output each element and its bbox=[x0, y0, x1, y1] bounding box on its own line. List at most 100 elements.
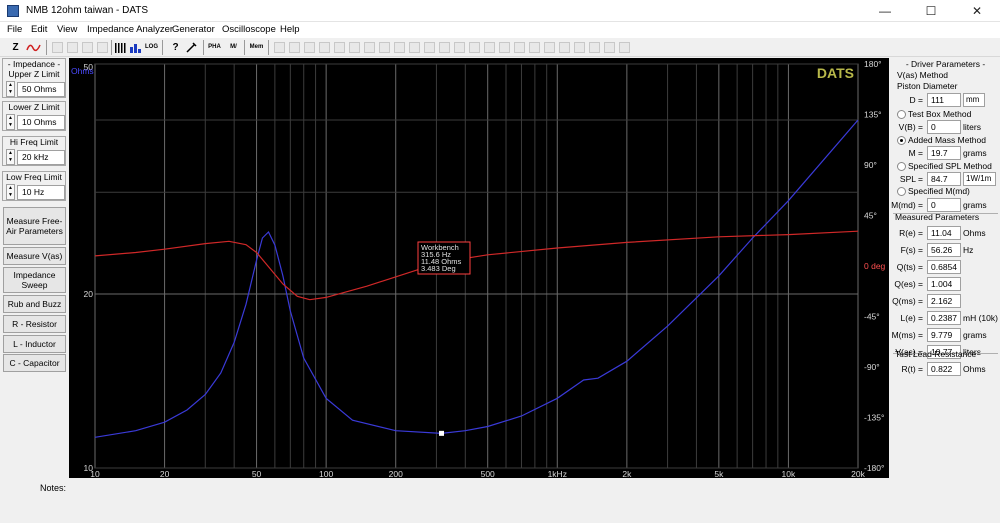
toolbar-disabled-button[interactable] bbox=[484, 42, 495, 53]
low-freq-value[interactable]: 10 Hz bbox=[17, 185, 65, 200]
low-freq-spinner[interactable]: ▲ ▼ bbox=[6, 184, 15, 200]
resistor-button[interactable]: R - Resistor bbox=[3, 315, 66, 333]
close-button[interactable]: ✕ bbox=[954, 0, 1000, 22]
phase-button[interactable]: PHA bbox=[207, 40, 222, 55]
m-label: M = bbox=[908, 148, 923, 158]
log-scale-button[interactable]: LOG bbox=[144, 40, 159, 55]
fs-value: 56.26 bbox=[927, 243, 961, 257]
hi-freq-value[interactable]: 20 kHz bbox=[17, 150, 65, 165]
bars-icon[interactable] bbox=[113, 40, 128, 55]
toolbar-disabled-button[interactable] bbox=[52, 42, 63, 53]
minimize-button[interactable]: — bbox=[862, 0, 908, 22]
menu-impedance-analyzer[interactable]: Impedance Analyzer bbox=[87, 24, 173, 35]
memory-button[interactable]: Mem bbox=[249, 40, 264, 55]
toolbar-disabled-button[interactable] bbox=[379, 42, 390, 53]
specified-mmd-label: Specified M(md) bbox=[908, 186, 970, 196]
toolbar-disabled-button[interactable] bbox=[559, 42, 570, 53]
d-value[interactable]: 111 bbox=[927, 93, 961, 107]
toolbar-disabled-button[interactable] bbox=[544, 42, 555, 53]
toolbar-disabled-button[interactable] bbox=[619, 42, 630, 53]
toolbar-disabled-button[interactable] bbox=[469, 42, 480, 53]
menu-file[interactable]: File bbox=[7, 24, 22, 35]
qts-value: 0.6854 bbox=[927, 260, 961, 274]
specified-mmd-radio[interactable] bbox=[897, 187, 906, 196]
capacitor-button[interactable]: C - Capacitor bbox=[3, 354, 66, 372]
driver-parameters-panel: - Driver Parameters - V(as) Method Pisto… bbox=[891, 58, 1000, 478]
toolbar-disabled-button[interactable] bbox=[334, 42, 345, 53]
phase-wave-icon[interactable] bbox=[26, 40, 41, 55]
qms-value: 2.162 bbox=[927, 294, 961, 308]
toolbar-disabled-button[interactable] bbox=[604, 42, 615, 53]
spl-label: SPL = bbox=[899, 174, 923, 184]
tools-icon[interactable] bbox=[184, 40, 199, 55]
m-button[interactable]: M/ bbox=[226, 40, 241, 55]
added-mass-radio[interactable] bbox=[897, 136, 906, 145]
toolbar-disabled-button[interactable] bbox=[364, 42, 375, 53]
app-icon bbox=[7, 5, 19, 17]
m-value[interactable]: 19.7 bbox=[927, 146, 961, 160]
y-right-tick-label: -90° bbox=[864, 362, 880, 372]
y-right-tick-label: 180° bbox=[864, 59, 882, 69]
y-right-tick-label: 135° bbox=[864, 110, 882, 120]
toolbar-disabled-button[interactable] bbox=[409, 42, 420, 53]
toolbar-disabled-button[interactable] bbox=[82, 42, 93, 53]
rt-value[interactable]: 0.822 bbox=[927, 362, 961, 376]
y-left-tick-label: 20 bbox=[84, 289, 94, 299]
fs-unit: Hz bbox=[963, 245, 974, 255]
upper-z-value[interactable]: 50 Ohms bbox=[17, 82, 65, 97]
vas-method-label: V(as) Method bbox=[897, 70, 949, 80]
rub-and-buzz-button[interactable]: Rub and Buzz bbox=[3, 295, 66, 313]
lower-z-value[interactable]: 10 Ohms bbox=[17, 115, 65, 130]
specified-spl-radio[interactable] bbox=[897, 162, 906, 171]
title-bar: NMB 12ohm taiwan - DATS — ☐ ✕ bbox=[0, 0, 1000, 22]
toolbar-disabled-button[interactable] bbox=[67, 42, 78, 53]
test-box-radio[interactable] bbox=[897, 110, 906, 119]
toolbar-disabled-button[interactable] bbox=[589, 42, 600, 53]
toolbar-disabled-button[interactable] bbox=[349, 42, 360, 53]
bar-chart-icon[interactable] bbox=[128, 40, 143, 55]
measure-free-air-button[interactable]: Measure Free-Air Parameters bbox=[3, 207, 66, 245]
help-icon[interactable]: ? bbox=[168, 40, 183, 55]
toolbar-disabled-button[interactable] bbox=[97, 42, 108, 53]
le-unit: mH (10k) bbox=[963, 313, 998, 323]
menu-help[interactable]: Help bbox=[280, 24, 300, 35]
spl-value[interactable]: 84.7 bbox=[927, 172, 961, 186]
toolbar-disabled-button[interactable] bbox=[394, 42, 405, 53]
toolbar-disabled-button[interactable] bbox=[574, 42, 585, 53]
mms-label: M(ms) = bbox=[891, 330, 923, 340]
menu-generator[interactable]: Generator bbox=[172, 24, 215, 35]
vb-value[interactable]: 0 bbox=[927, 120, 961, 134]
mmd-value[interactable]: 0 bbox=[927, 198, 961, 212]
toolbar: Z LOG ? PHA M/ Mem bbox=[0, 38, 1000, 57]
toolbar-disabled-button[interactable] bbox=[304, 42, 315, 53]
upper-z-spinner[interactable]: ▲ ▼ bbox=[6, 81, 15, 97]
toolbar-disabled-button[interactable] bbox=[454, 42, 465, 53]
maximize-button[interactable]: ☐ bbox=[908, 0, 954, 22]
toolbar-disabled-button[interactable] bbox=[499, 42, 510, 53]
toolbar-disabled-button[interactable] bbox=[289, 42, 300, 53]
y-right-tick-label: 0 deg bbox=[864, 261, 886, 271]
impedance-panel: - Impedance - Upper Z Limit ▲ ▼ 50 Ohms L… bbox=[0, 58, 68, 478]
toolbar-disabled-button[interactable] bbox=[514, 42, 525, 53]
impedance-chart[interactable]: 10 20 50 100 200 500 1kHz 2k 5k 10k 20k502010Ohms1… bbox=[69, 58, 889, 479]
y-right-tick-label: -45° bbox=[864, 312, 880, 322]
toolbar-disabled-button[interactable] bbox=[529, 42, 540, 53]
toolbar-disabled-button[interactable] bbox=[274, 42, 285, 53]
y-right-tick-label: 45° bbox=[864, 211, 877, 221]
hi-freq-spinner[interactable]: ▲ ▼ bbox=[6, 149, 15, 165]
toolbar-disabled-button[interactable] bbox=[424, 42, 435, 53]
vb-label: V(B) = bbox=[898, 122, 923, 132]
lower-z-spinner[interactable]: ▲ ▼ bbox=[6, 114, 15, 130]
spl-unit: 1W/1m bbox=[963, 172, 996, 186]
inductor-button[interactable]: L - Inductor bbox=[3, 335, 66, 353]
menu-edit[interactable]: Edit bbox=[31, 24, 47, 35]
impedance-z-button[interactable]: Z bbox=[8, 40, 23, 55]
toolbar-disabled-button[interactable] bbox=[439, 42, 450, 53]
menu-view[interactable]: View bbox=[57, 24, 77, 35]
measure-vas-button[interactable]: Measure V(as) bbox=[3, 247, 66, 265]
impedance-sweep-button[interactable]: Impedance Sweep bbox=[3, 267, 66, 293]
impedance-plot[interactable]: 10 20 50 100 200 500 1kHz 2k 5k 10k 20k 50 20 10 Ohms 1… bbox=[69, 58, 889, 479]
menu-oscilloscope[interactable]: Oscilloscope bbox=[222, 24, 276, 35]
toolbar-disabled-button[interactable] bbox=[319, 42, 330, 53]
upper-z-label: Upper Z Limit bbox=[8, 69, 60, 79]
